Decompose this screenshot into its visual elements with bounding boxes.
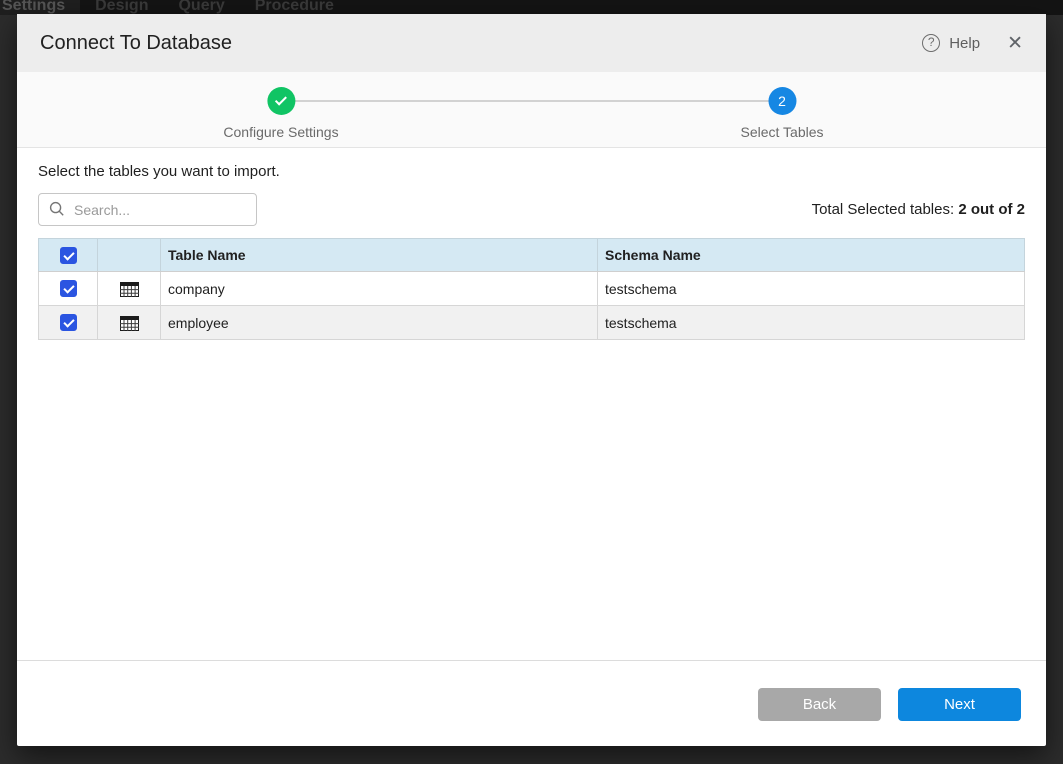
connect-to-database-dialog: Connect To Database ? Help ✕ Configure S… (17, 14, 1046, 746)
dialog-footer: Back Next (17, 660, 1046, 746)
search-input[interactable] (38, 193, 257, 226)
selection-summary-prefix: Total Selected tables: (812, 201, 959, 218)
search-icon (49, 201, 65, 217)
tab-design[interactable]: Design (80, 0, 163, 15)
background-tab-bar: Settings Design Query Procedure (0, 0, 1063, 15)
search-box (38, 193, 257, 226)
tab-procedure[interactable]: Procedure (240, 0, 349, 15)
table-name-cell: employee (161, 306, 598, 340)
step-number-badge: 2 (768, 87, 796, 115)
row-checkbox[interactable] (60, 314, 77, 331)
schema-name-cell: testschema (598, 272, 1025, 306)
dialog-body: Select the tables you want to import. To… (17, 148, 1046, 660)
tables-list: Table Name Schema Name company tes (38, 238, 1025, 340)
selection-summary: Total Selected tables: 2 out of 2 (812, 201, 1025, 218)
step-label: Select Tables (740, 124, 823, 140)
dialog-title: Connect To Database (40, 32, 922, 55)
close-icon[interactable]: ✕ (1007, 34, 1023, 53)
help-label: Help (949, 35, 980, 52)
help-button[interactable]: ? Help (922, 34, 980, 52)
checkmark-icon (275, 94, 287, 106)
table-name-cell: company (161, 272, 598, 306)
help-question-icon: ? (922, 34, 940, 52)
stepper-connector-line (281, 100, 782, 102)
column-header-schema-name: Schema Name (598, 239, 1025, 272)
icon-column-header (98, 239, 161, 272)
row-checkbox[interactable] (60, 280, 77, 297)
instruction-text: Select the tables you want to import. (38, 163, 1025, 180)
table-header-row: Table Name Schema Name (39, 239, 1025, 272)
select-all-checkbox[interactable] (60, 247, 77, 264)
selection-summary-count: 2 out of 2 (958, 201, 1025, 218)
tab-query[interactable]: Query (163, 0, 239, 15)
step-complete-icon (267, 87, 295, 115)
next-button[interactable]: Next (898, 688, 1021, 721)
tab-settings[interactable]: Settings (0, 0, 80, 15)
table-row: company testschema (39, 272, 1025, 306)
table-row: employee testschema (39, 306, 1025, 340)
step-select-tables[interactable]: 2 Select Tables (740, 87, 823, 140)
step-label: Configure Settings (223, 124, 338, 140)
step-number: 2 (778, 93, 786, 109)
table-icon (120, 316, 139, 331)
table-icon (120, 282, 139, 297)
back-button[interactable]: Back (758, 688, 881, 721)
column-header-table-name: Table Name (161, 239, 598, 272)
schema-name-cell: testschema (598, 306, 1025, 340)
step-configure-settings[interactable]: Configure Settings (223, 87, 338, 140)
controls-row: Total Selected tables: 2 out of 2 (38, 193, 1025, 226)
dialog-header: Connect To Database ? Help ✕ (17, 14, 1046, 72)
wizard-stepper: Configure Settings 2 Select Tables (17, 72, 1046, 148)
